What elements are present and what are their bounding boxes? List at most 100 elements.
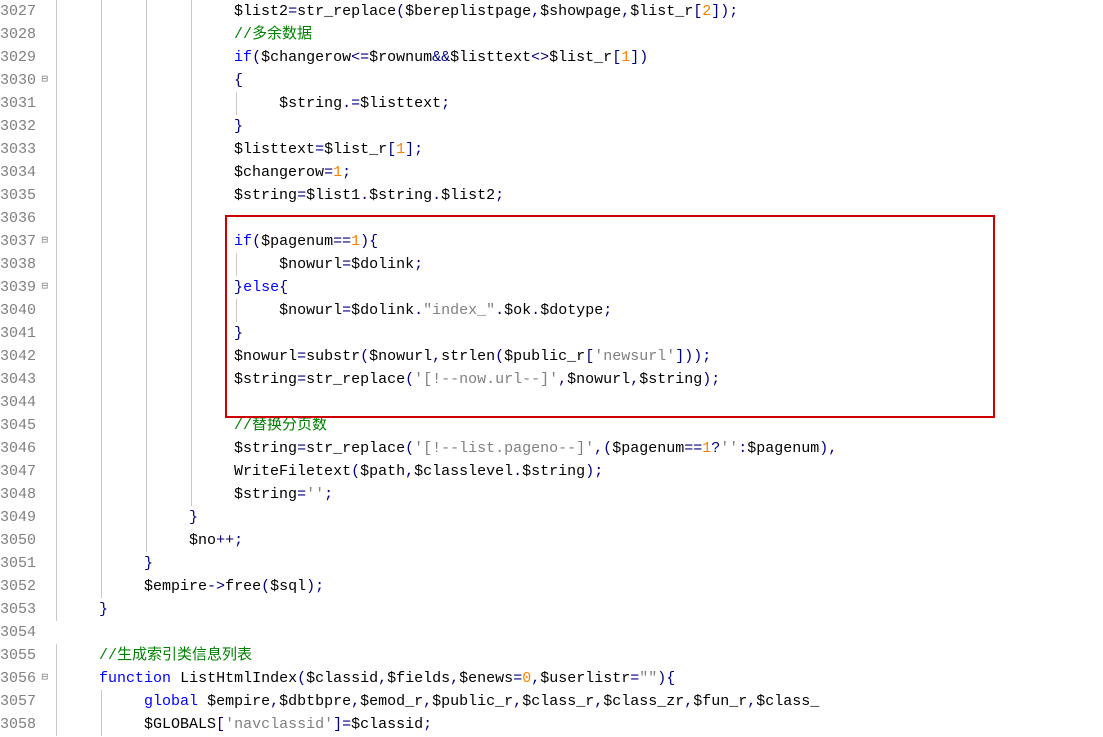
indent-guide <box>56 575 57 598</box>
code-line[interactable]: $nowurl=$dolink."index_".$ok.$dotype; <box>54 299 1103 322</box>
line-number: 3036 <box>0 207 50 230</box>
code-line[interactable] <box>54 391 1103 414</box>
indent-guide <box>101 161 102 184</box>
fold-marker[interactable]: ⊟ <box>38 69 48 92</box>
indent-guide <box>191 92 192 115</box>
code-line[interactable]: $empire->free($sql); <box>54 575 1103 598</box>
indent-guide <box>101 23 102 46</box>
indent-guide <box>56 46 57 69</box>
code-line[interactable]: if($pagenum==1){ <box>54 230 1103 253</box>
fold-marker[interactable]: ⊟ <box>38 276 48 299</box>
code-line[interactable]: } <box>54 552 1103 575</box>
code-line[interactable]: $no++; <box>54 529 1103 552</box>
indent-guide <box>101 713 102 736</box>
line-number: 3034 <box>0 161 50 184</box>
indent-guide <box>56 161 57 184</box>
indent-guide <box>191 69 192 92</box>
code-line[interactable]: function ListHtmlIndex($classid,$fields,… <box>54 667 1103 690</box>
code-line[interactable]: } <box>54 115 1103 138</box>
line-number: 3045 <box>0 414 50 437</box>
indent-guide <box>101 575 102 598</box>
code-line[interactable]: $nowurl=substr($nowurl,strlen($public_r[… <box>54 345 1103 368</box>
indent-guide <box>146 138 147 161</box>
indent-guide <box>101 253 102 276</box>
indent-guide <box>146 69 147 92</box>
code-line[interactable]: //替换分页数 <box>54 414 1103 437</box>
code-line[interactable]: WriteFiletext($path,$classlevel.$string)… <box>54 460 1103 483</box>
indent-guide <box>101 506 102 529</box>
code-line[interactable]: } <box>54 506 1103 529</box>
indent-guide <box>56 299 57 322</box>
code-line[interactable]: } <box>54 322 1103 345</box>
indent-guide <box>191 115 192 138</box>
indent-guide <box>191 161 192 184</box>
line-number: 3035 <box>0 184 50 207</box>
indent-guide <box>191 23 192 46</box>
line-number: 3030⊟ <box>0 69 50 92</box>
code-line[interactable]: //多余数据 <box>54 23 1103 46</box>
indent-guide <box>191 46 192 69</box>
indent-guide <box>101 529 102 552</box>
code-line[interactable]: $listtext=$list_r[1]; <box>54 138 1103 161</box>
indent-guide <box>101 276 102 299</box>
code-line[interactable]: $nowurl=$dolink; <box>54 253 1103 276</box>
line-number: 3046 <box>0 437 50 460</box>
indent-guide <box>101 184 102 207</box>
indent-guide <box>56 207 57 230</box>
indent-guide <box>101 345 102 368</box>
code-line[interactable] <box>54 621 1103 644</box>
line-number: 3029 <box>0 46 50 69</box>
code-line[interactable]: $string=''; <box>54 483 1103 506</box>
line-number: 3043 <box>0 368 50 391</box>
indent-guide <box>101 391 102 414</box>
code-line[interactable]: $string.=$listtext; <box>54 92 1103 115</box>
code-line[interactable]: } <box>54 598 1103 621</box>
indent-guide <box>191 299 192 322</box>
indent-guide <box>101 92 102 115</box>
code-area[interactable]: $list2=str_replace($bereplistpage,$showp… <box>54 0 1103 736</box>
code-line[interactable]: { <box>54 69 1103 92</box>
indent-guide <box>191 368 192 391</box>
code-line[interactable]: $string=str_replace('[!--now.url--]',$no… <box>54 368 1103 391</box>
line-number: 3031 <box>0 92 50 115</box>
indent-guide <box>146 437 147 460</box>
indent-guide <box>146 276 147 299</box>
code-line[interactable]: $GLOBALS['navclassid']=$classid; <box>54 713 1103 736</box>
indent-guide <box>101 115 102 138</box>
indent-guide <box>101 0 102 23</box>
code-line[interactable]: global $empire,$dbtbpre,$emod_r,$public_… <box>54 690 1103 713</box>
code-line[interactable] <box>54 207 1103 230</box>
line-number: 3057 <box>0 690 50 713</box>
code-line[interactable]: $string=$list1.$string.$list2; <box>54 184 1103 207</box>
line-number: 3055 <box>0 644 50 667</box>
line-number: 3041 <box>0 322 50 345</box>
code-line[interactable]: //生成索引类信息列表 <box>54 644 1103 667</box>
line-number: 3050 <box>0 529 50 552</box>
line-number: 3042 <box>0 345 50 368</box>
code-line[interactable]: $changerow=1; <box>54 161 1103 184</box>
indent-guide <box>56 437 57 460</box>
indent-guide <box>101 207 102 230</box>
indent-guide <box>236 92 237 115</box>
fold-marker[interactable]: ⊟ <box>38 667 48 690</box>
fold-marker[interactable]: ⊟ <box>38 230 48 253</box>
indent-guide <box>101 414 102 437</box>
indent-guide <box>191 437 192 460</box>
indent-guide <box>191 138 192 161</box>
indent-guide <box>236 253 237 276</box>
indent-guide <box>56 391 57 414</box>
indent-guide <box>101 69 102 92</box>
code-line[interactable]: }else{ <box>54 276 1103 299</box>
code-line[interactable]: if($changerow<=$rownum&&$listtext<>$list… <box>54 46 1103 69</box>
indent-guide <box>56 644 57 667</box>
indent-guide <box>236 299 237 322</box>
line-number: 3027 <box>0 0 50 23</box>
indent-guide <box>146 184 147 207</box>
code-line[interactable]: $list2=str_replace($bereplistpage,$showp… <box>54 0 1103 23</box>
indent-guide <box>191 276 192 299</box>
indent-guide <box>56 690 57 713</box>
indent-guide <box>146 207 147 230</box>
indent-guide <box>146 115 147 138</box>
indent-guide <box>146 299 147 322</box>
code-line[interactable]: $string=str_replace('[!--list.pageno--]'… <box>54 437 1103 460</box>
